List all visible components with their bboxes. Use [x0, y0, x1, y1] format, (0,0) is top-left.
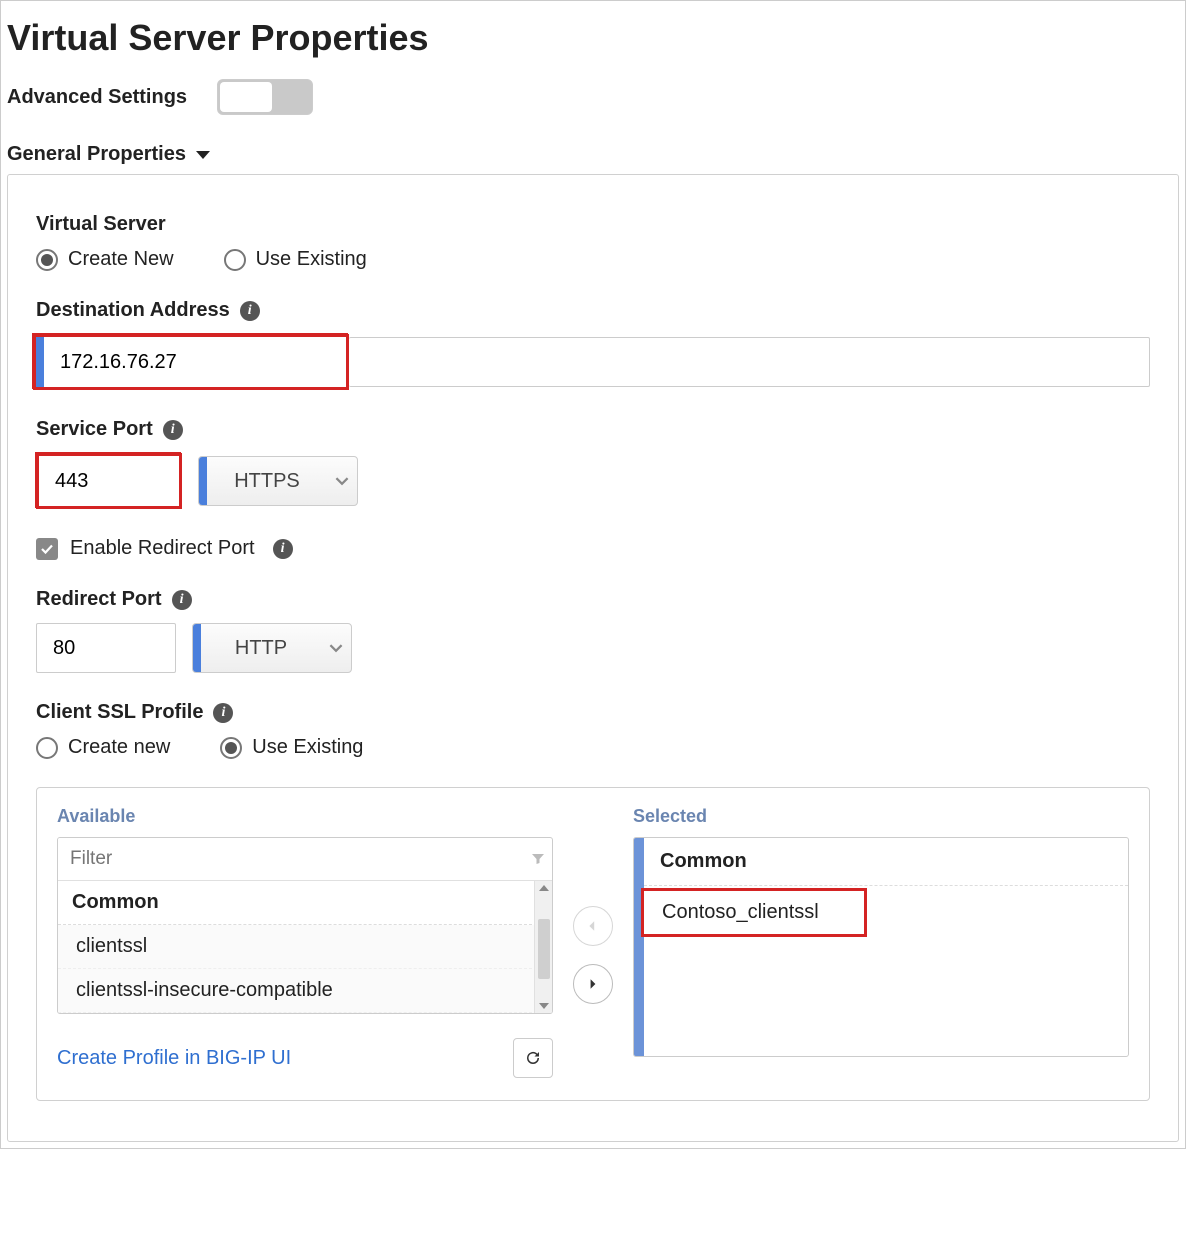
chevron-down-icon: [321, 624, 351, 672]
refresh-button[interactable]: [513, 1038, 553, 1078]
refresh-icon: [524, 1049, 542, 1067]
virtual-server-label: Virtual Server: [36, 213, 1150, 236]
available-title: Available: [57, 806, 553, 827]
redirect-port-label: Redirect Port: [36, 588, 162, 611]
chevron-down-icon: [327, 457, 357, 505]
advanced-settings-toggle[interactable]: [217, 79, 313, 115]
accent-bar: [36, 337, 44, 387]
arrow-left-icon: [587, 920, 599, 932]
redirect-port-protocol-select[interactable]: HTTP: [192, 623, 352, 673]
info-icon[interactable]: i: [273, 539, 293, 559]
section-title: General Properties: [7, 143, 186, 166]
advanced-settings-label: Advanced Settings: [7, 86, 187, 109]
service-port-protocol-select[interactable]: HTTPS: [198, 456, 358, 506]
select-value: HTTP: [201, 624, 321, 672]
radio-label: Create New: [68, 248, 174, 271]
selected-group-common: Common: [644, 838, 1128, 886]
radio-icon: [36, 249, 58, 271]
client-ssl-profile-label: Client SSL Profile: [36, 701, 203, 724]
general-properties-header[interactable]: General Properties: [7, 143, 1179, 166]
available-group-common: Common: [58, 881, 552, 925]
scroll-up-icon: [539, 885, 549, 891]
ssl-use-existing-radio[interactable]: Use Existing: [220, 736, 363, 759]
available-item[interactable]: clientssl-insecure-compatible: [58, 969, 552, 1013]
accent-bar: [199, 457, 207, 505]
move-left-button[interactable]: [573, 906, 613, 946]
enable-redirect-label: Enable Redirect Port: [70, 537, 255, 560]
radio-icon: [220, 737, 242, 759]
selected-listbox: Common Contoso_clientssl: [633, 837, 1129, 1057]
selected-item[interactable]: Contoso_clientssl: [644, 891, 864, 934]
available-item[interactable]: clientssl: [58, 925, 552, 969]
ssl-profile-picker: Available Common clientssl clientssl-ins…: [36, 787, 1150, 1101]
scrollbar[interactable]: [534, 881, 552, 1013]
radio-label: Use Existing: [256, 248, 367, 271]
page-title: Virtual Server Properties: [7, 17, 1179, 59]
scroll-down-icon: [539, 1003, 549, 1009]
select-value: HTTPS: [207, 457, 327, 505]
arrow-right-icon: [587, 978, 599, 990]
radio-label: Use Existing: [252, 736, 363, 759]
vs-create-new-radio[interactable]: Create New: [36, 248, 174, 271]
enable-redirect-checkbox[interactable]: [36, 538, 58, 560]
info-icon[interactable]: i: [163, 420, 183, 440]
create-profile-link[interactable]: Create Profile in BIG-IP UI: [57, 1047, 291, 1070]
service-port-label: Service Port: [36, 418, 153, 441]
available-filter-input[interactable]: [58, 838, 524, 880]
move-right-button[interactable]: [573, 964, 613, 1004]
available-listbox: Common clientssl clientssl-insecure-comp…: [57, 837, 553, 1014]
general-properties-panel: Virtual Server Create New Use Existing D…: [7, 174, 1179, 1142]
selected-title: Selected: [633, 806, 1129, 827]
vs-use-existing-radio[interactable]: Use Existing: [224, 248, 367, 271]
radio-label: Create new: [68, 736, 170, 759]
info-icon[interactable]: i: [172, 590, 192, 610]
chevron-down-icon: [196, 151, 210, 159]
accent-bar: [193, 624, 201, 672]
check-icon: [39, 541, 55, 557]
filter-icon[interactable]: [524, 852, 552, 866]
info-icon[interactable]: i: [213, 703, 233, 723]
ssl-create-new-radio[interactable]: Create new: [36, 736, 170, 759]
toggle-knob: [220, 82, 272, 112]
info-icon[interactable]: i: [240, 301, 260, 321]
scroll-thumb[interactable]: [538, 919, 550, 979]
destination-address-input[interactable]: [44, 337, 346, 387]
destination-address-label: Destination Address: [36, 299, 230, 322]
radio-icon: [36, 737, 58, 759]
radio-icon: [224, 249, 246, 271]
accent-bar: [634, 838, 644, 1056]
